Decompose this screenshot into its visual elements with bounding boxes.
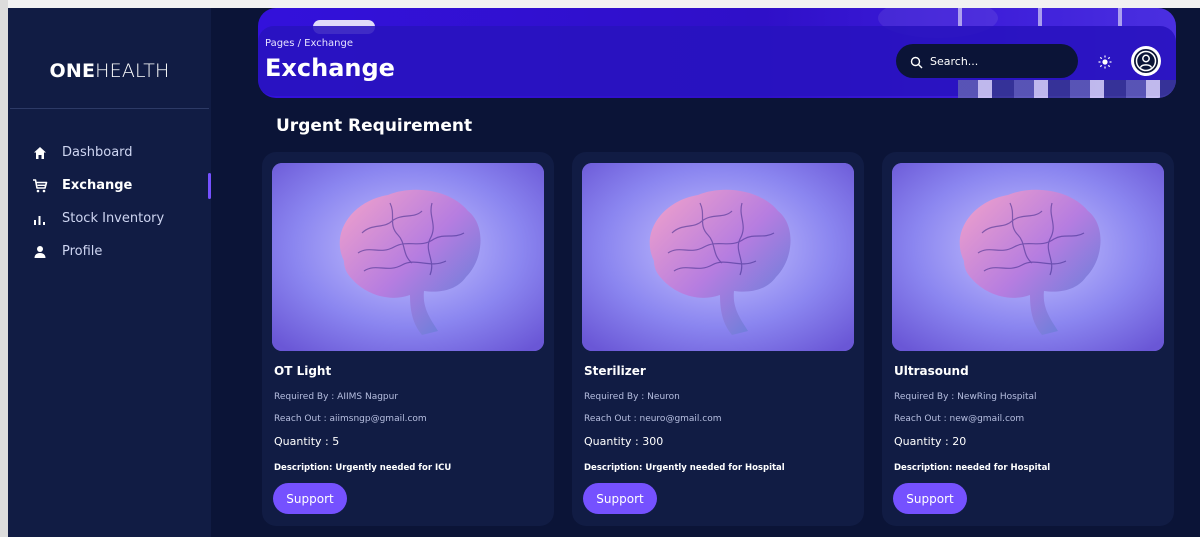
page-title: Exchange	[265, 54, 395, 82]
card-quantity: Quantity : 5	[274, 435, 340, 448]
brand-light: HEALTH	[95, 60, 170, 82]
bar-chart-icon	[32, 211, 48, 227]
card-description: Description: Urgently needed for Hospita…	[584, 463, 785, 473]
banner-decoration	[918, 8, 1176, 26]
requirement-card: Sterilizer Required By : Neuron Reach Ou…	[572, 152, 864, 526]
card-required-by: Required By : Neuron	[584, 392, 680, 402]
card-reach-out: Reach Out : new@gmail.com	[894, 414, 1025, 424]
sidebar-item-label: Dashboard	[62, 145, 133, 160]
card-title: Sterilizer	[584, 364, 646, 378]
window-top-edge	[0, 0, 1200, 8]
search-icon	[910, 54, 924, 69]
sidebar: ONEHEALTH Dashboard Exchange Stock Inven…	[8, 8, 211, 537]
card-title: Ultrasound	[894, 364, 969, 378]
brain-image	[892, 163, 1164, 351]
support-button[interactable]: Support	[273, 483, 347, 514]
sidebar-item-label: Stock Inventory	[62, 211, 165, 226]
requirement-card: OT Light Required By : AIIMS Nagpur Reac…	[262, 152, 554, 526]
card-description: Description: Urgently needed for ICU	[274, 463, 452, 473]
sidebar-divider	[10, 108, 209, 109]
brain-image	[582, 163, 854, 351]
requirement-card: Ultrasound Required By : NewRing Hospita…	[882, 152, 1174, 526]
section-title: Urgent Requirement	[276, 116, 473, 136]
home-icon	[32, 145, 48, 161]
sidebar-item-label: Profile	[62, 244, 103, 259]
card-required-by: Required By : AIIMS Nagpur	[274, 392, 399, 402]
card-quantity: Quantity : 300	[584, 435, 664, 448]
card-description: Description: needed for Hospital	[894, 463, 1051, 473]
card-quantity: Quantity : 20	[894, 435, 967, 448]
sidebar-nav: Dashboard Exchange Stock Inventory Profi…	[8, 136, 211, 268]
card-reach-out: Reach Out : neuro@gmail.com	[584, 414, 722, 424]
search-box[interactable]	[896, 44, 1078, 78]
sidebar-item-dashboard[interactable]: Dashboard	[8, 136, 211, 169]
banner-decoration	[958, 80, 1176, 98]
window-left-edge	[0, 0, 8, 537]
breadcrumb[interactable]: Pages / Exchange	[265, 38, 353, 49]
active-indicator	[208, 173, 211, 199]
brand-bold: ONE	[49, 60, 96, 82]
avatar[interactable]	[1131, 46, 1161, 76]
theme-toggle-sun-icon[interactable]	[1098, 54, 1112, 69]
brand-logo: ONEHEALTH	[8, 60, 211, 82]
sidebar-item-exchange[interactable]: Exchange	[8, 169, 211, 202]
search-input[interactable]	[930, 54, 1070, 68]
sidebar-item-stock-inventory[interactable]: Stock Inventory	[8, 202, 211, 235]
person-icon	[32, 244, 48, 260]
requirement-cards: OT Light Required By : AIIMS Nagpur Reac…	[262, 152, 1176, 526]
card-reach-out: Reach Out : aiimsngp@gmail.com	[274, 414, 427, 424]
user-avatar-icon	[1134, 49, 1158, 73]
support-button[interactable]: Support	[893, 483, 967, 514]
card-required-by: Required By : NewRing Hospital	[894, 392, 1037, 402]
sidebar-item-label: Exchange	[62, 178, 133, 193]
cart-icon	[32, 178, 48, 194]
card-title: OT Light	[274, 364, 332, 378]
brain-image	[272, 163, 544, 351]
support-button[interactable]: Support	[583, 483, 657, 514]
app-window: ONEHEALTH Dashboard Exchange Stock Inven…	[0, 0, 1200, 537]
sidebar-item-profile[interactable]: Profile	[8, 235, 211, 268]
